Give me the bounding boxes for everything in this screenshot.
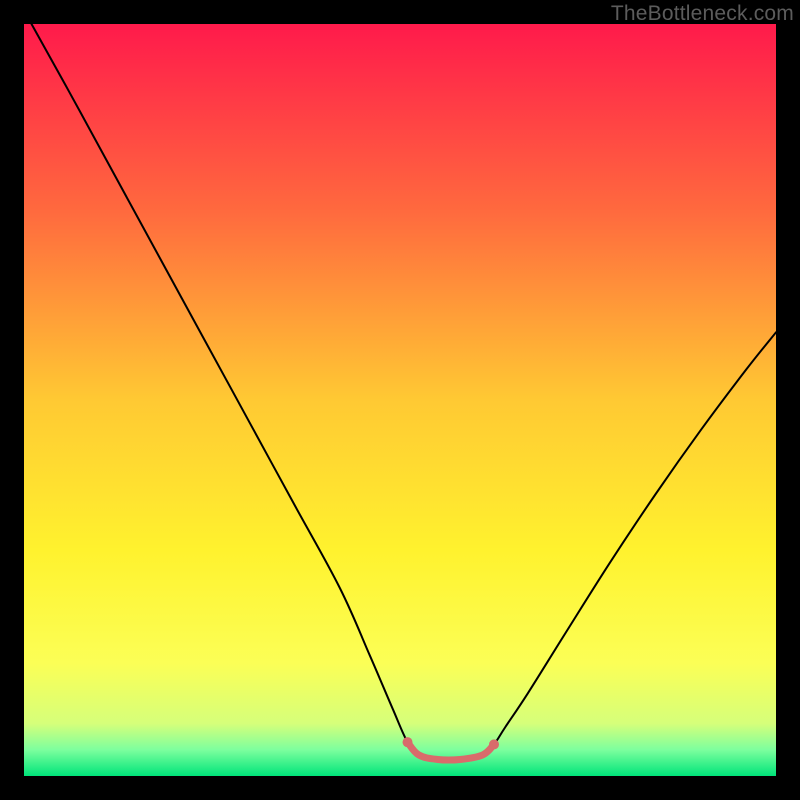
highlight-endpoint-dot — [489, 739, 499, 749]
watermark-text: TheBottleneck.com — [611, 2, 794, 26]
chart-frame: TheBottleneck.com — [0, 0, 800, 800]
highlight-endpoint-dot — [403, 737, 413, 747]
gradient-background — [24, 24, 776, 776]
plot-area — [24, 24, 776, 776]
chart-svg — [24, 24, 776, 776]
